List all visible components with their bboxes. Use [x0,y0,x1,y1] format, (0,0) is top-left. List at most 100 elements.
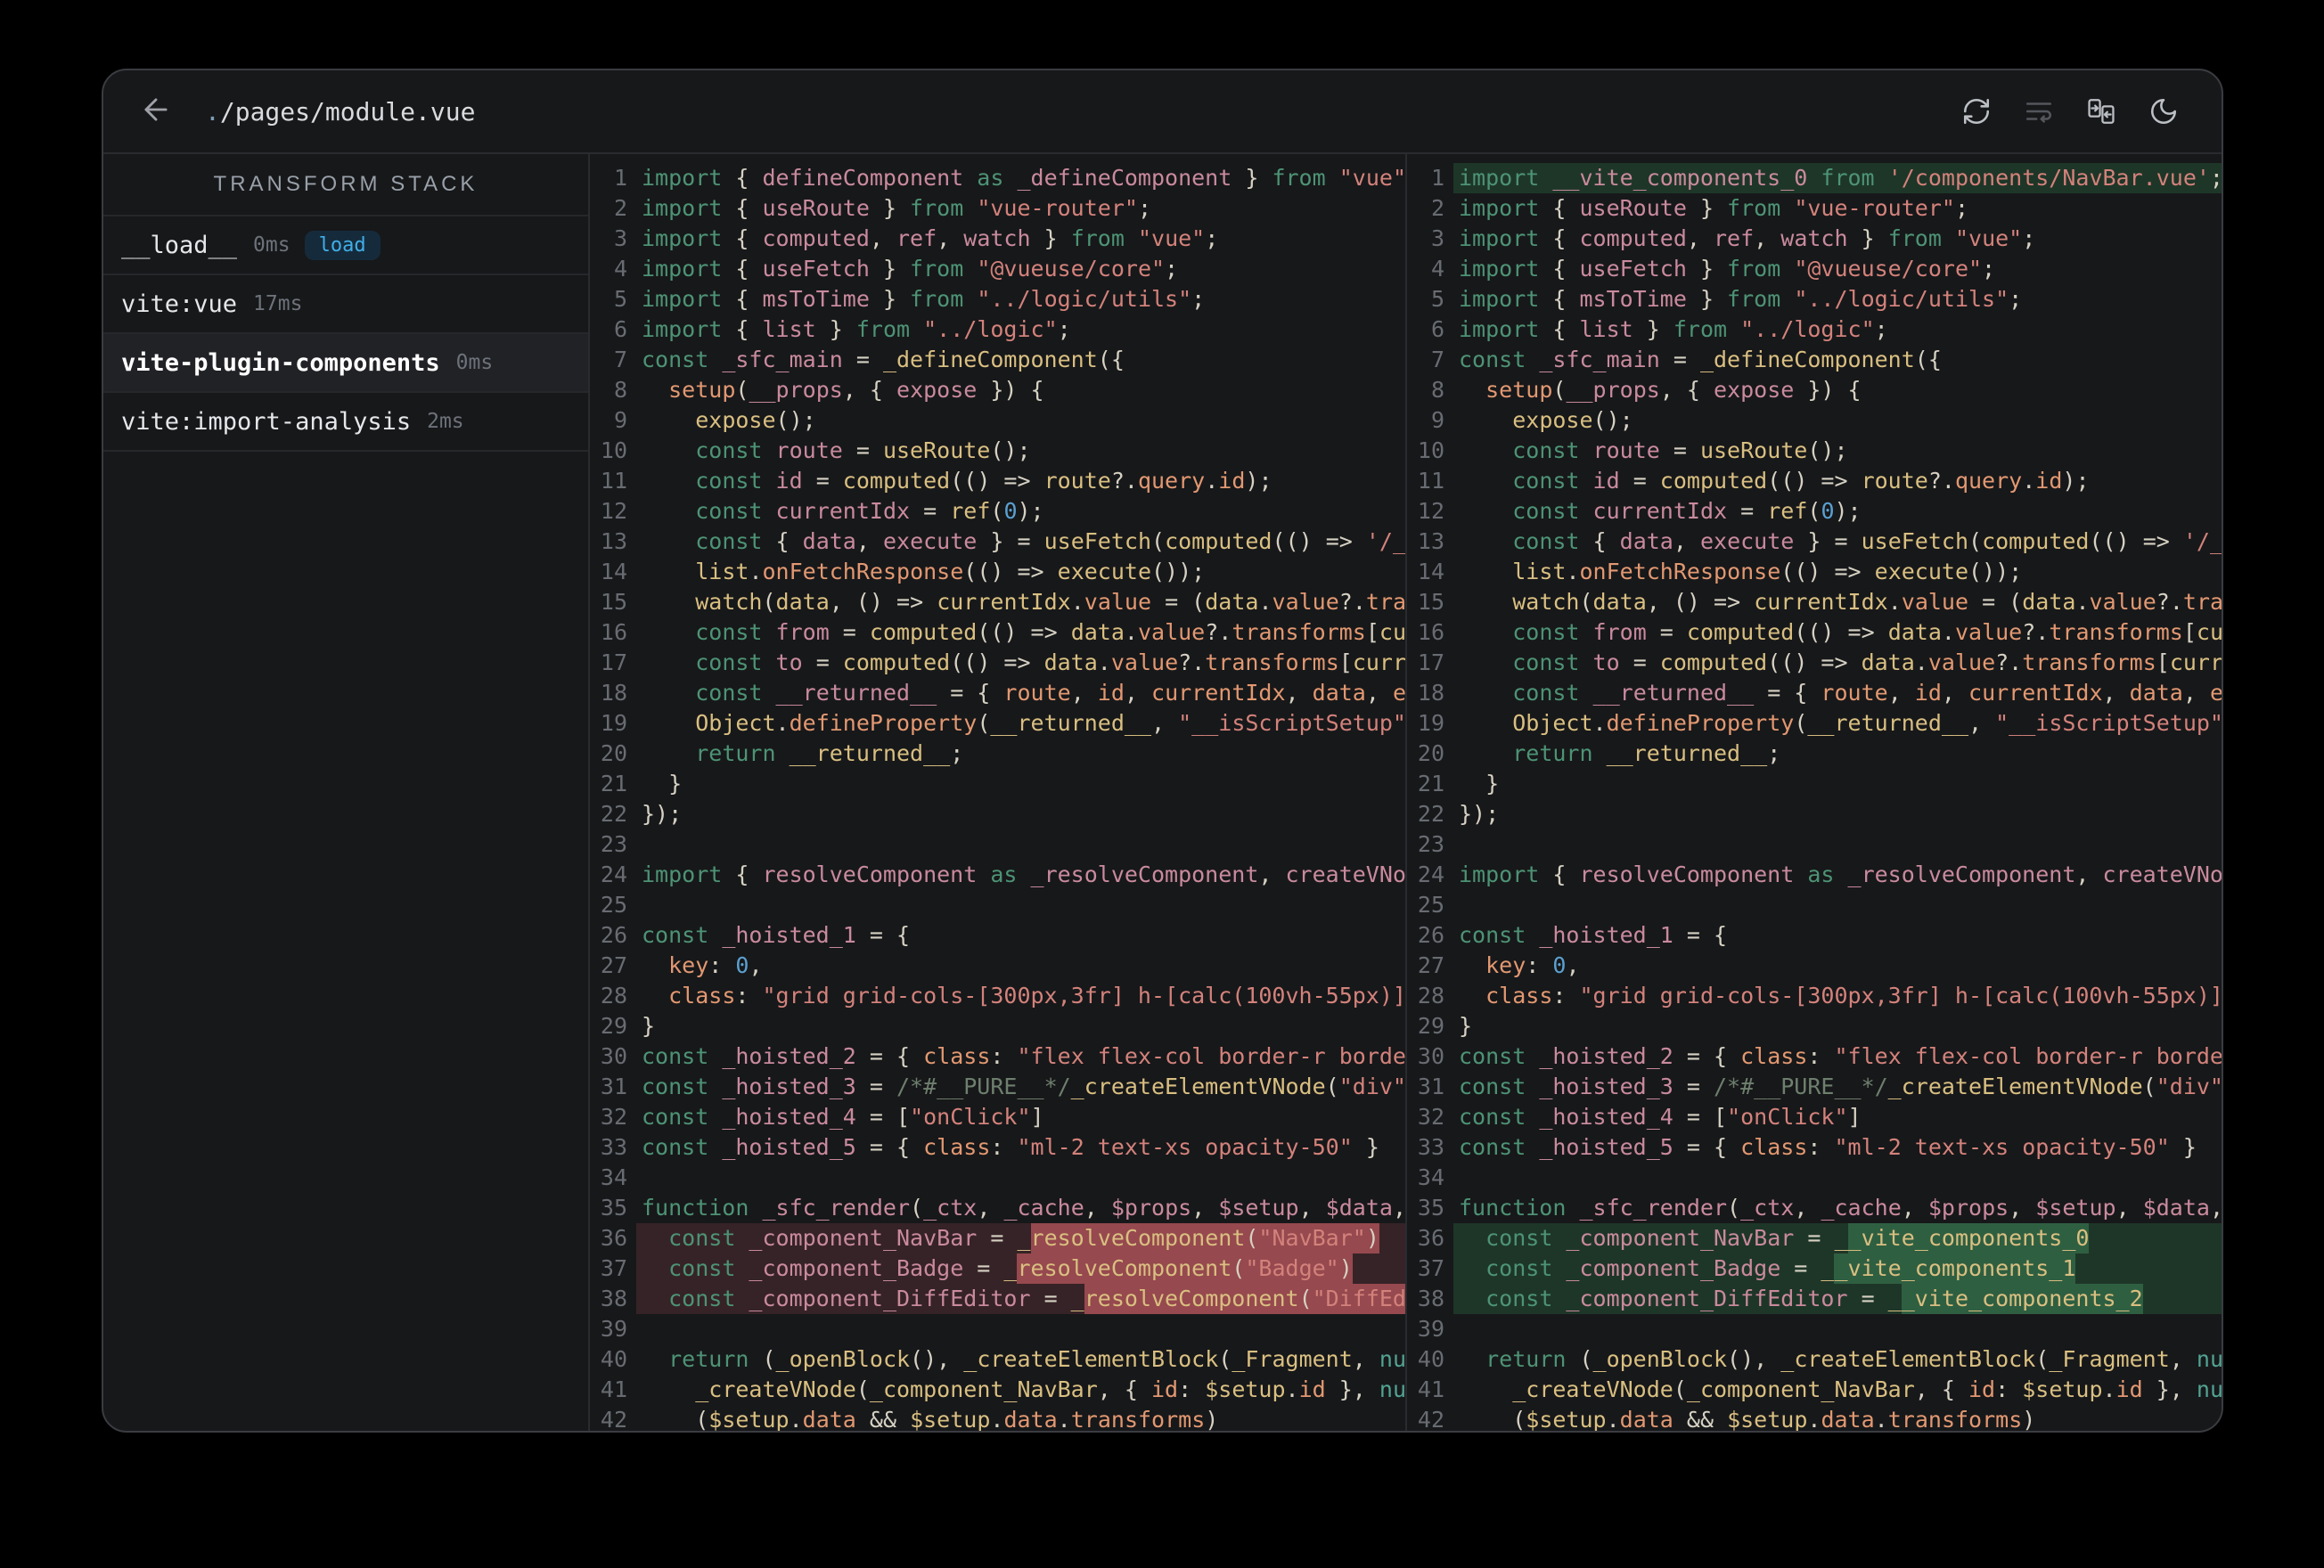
code-line: 16 const from = computed(() => data.valu… [1407,617,2222,648]
line-content: const to = computed(() => data.value?.tr… [1512,649,2222,675]
line-content: } [1459,771,1500,796]
code-line: 29} [1407,1011,2222,1041]
plugin-name: vite:vue [121,290,238,318]
code-line: 19 Object.defineProperty(__returned__, "… [1407,708,2222,739]
line-number: 13 [600,528,627,554]
line-content: const _hoisted_2 = { class: "flex flex-c… [642,1043,1405,1069]
code-line: 7 const _sfc_main = _defineComponent({ [590,345,1405,375]
code-line: 39 [1407,1314,2222,1344]
line-number: 11 [1417,468,1444,494]
line-number: 37 [1417,1255,1444,1281]
transform-stack-sidebar: TRANSFORM STACK __load__ 0ms load vite:vue 1… [103,154,590,1431]
sidebar-item-load[interactable]: __load__ 0ms load [103,216,588,275]
line-content: import { computed, ref, watch } from "vu… [642,225,1219,251]
code-line: 40 return (_openBlock(), _createElementB… [1407,1344,2222,1375]
sidebar-item-vite-import-analysis[interactable]: vite:import-analysis 2ms [103,393,588,452]
code-line: 24 import { resolveComponent as _resolveC… [1407,860,2222,890]
code-line: 32 const _hoisted_4 = ["onClick"] [590,1102,1405,1132]
line-number: 36 [1417,1225,1444,1251]
line-content: const _hoisted_4 = ["onClick"] [642,1104,1044,1130]
plugin-name: vite-plugin-components [121,348,440,377]
line-content: Object.defineProperty(__returned__, "__i… [695,710,1405,736]
diff-panels-icon[interactable] [2086,96,2116,127]
sidebar-item-vite-vue[interactable]: vite:vue 17ms [103,275,588,334]
refresh-icon[interactable] [1961,96,1992,127]
line-content: class: "grid grid-cols-[300px,3fr] h-[ca… [668,983,1405,1009]
code-line: 17 const to = computed(() => data.value?… [1407,648,2222,678]
line-content: expose(); [695,407,816,433]
code-line: 9 expose(); [1407,405,2222,436]
line-number: 42 [600,1407,627,1431]
line-content: const _component_NavBar = _resolveCompon… [636,1223,1405,1254]
line-content: } [642,771,683,796]
line-number: 34 [1417,1164,1444,1190]
line-content: import { msToTime } from "../logic/utils… [642,286,1206,312]
plugin-time: 2ms [427,410,464,433]
line-number: 18 [1417,680,1444,706]
code-line: 11 const id = computed(() => route?.quer… [590,466,1405,496]
line-number: 16 [600,619,627,645]
line-wrap-icon[interactable] [2024,96,2054,127]
arrow-left-icon [139,93,173,130]
line-number: 37 [600,1255,627,1281]
line-number: 14 [600,559,627,584]
line-content: import __vite_components_0 from '/compon… [1453,163,2222,193]
line-content: import { computed, ref, watch } from "vu… [1459,225,2036,251]
code-line: 22}); [590,799,1405,829]
code-line: 28 class: "grid grid-cols-[300px,3fr] h-… [590,981,1405,1011]
line-content: const _hoisted_5 = { class: "ml-2 text-x… [642,1134,1379,1160]
line-content: }); [642,801,683,827]
line-content: const _hoisted_5 = { class: "ml-2 text-x… [1459,1134,2197,1160]
line-number: 32 [1417,1104,1444,1130]
line-content: const from = computed(() => data.value?.… [1512,619,2222,645]
code-line: 3 import { computed, ref, watch } from "v… [590,224,1405,254]
code-line: 10 const route = useRoute(); [1407,436,2222,466]
code-line: 13 const { data, execute } = useFetch(co… [1407,527,2222,557]
line-content: return (_openBlock(), _createElementBloc… [668,1346,1405,1372]
line-content: const id = computed(() => route?.query.i… [1512,468,2090,494]
line-number: 29 [1417,1013,1444,1039]
code-line: 2 import { useRoute } from "vue-router"; [1407,193,2222,224]
module-title-path: /pages/module.vue [219,96,476,127]
code-panel-after[interactable]: 1 import __vite_components_0 from '/compo… [1407,154,2222,1431]
code-line: 31 const _hoisted_3 = /*#__PURE__*/_creat… [590,1072,1405,1102]
line-number: 33 [1417,1134,1444,1160]
line-number: 21 [600,771,627,796]
line-number: 22 [1417,801,1444,827]
line-content: _createVNode(_component_NavBar, { id: $s… [695,1376,1405,1402]
line-number: 28 [600,983,627,1009]
line-content: _createVNode(_component_NavBar, { id: $s… [1512,1376,2222,1402]
line-content: list.onFetchResponse(() => execute()); [695,559,1206,584]
dark-mode-moon-icon[interactable] [2148,96,2179,127]
code-line: 22}); [1407,799,2222,829]
line-number: 12 [1417,498,1444,524]
line-content: const currentIdx = ref(0); [1512,498,1862,524]
line-number: 17 [600,649,627,675]
line-content: const _hoisted_4 = ["onClick"] [1459,1104,1862,1130]
line-number: 34 [600,1164,627,1190]
back-button[interactable] [139,94,173,128]
line-number: 13 [1417,528,1444,554]
code-line: 14 list.onFetchResponse(() => execute())… [1407,557,2222,587]
line-number: 39 [1417,1316,1444,1342]
code-line: 27 key: 0, [1407,951,2222,981]
line-content: import { list } from "../logic"; [1459,316,1888,342]
line-content: const from = computed(() => data.value?.… [695,619,1405,645]
line-content: import { resolveComponent as _resolveCom… [642,862,1405,887]
line-content: watch(data, () => currentIdx.value = (da… [1512,589,2222,615]
line-number: 36 [600,1225,627,1251]
line-content: const to = computed(() => data.value?.tr… [695,649,1405,675]
code-line: 41 _createVNode(_component_NavBar, { id:… [590,1375,1405,1405]
line-number: 23 [600,831,627,857]
code-panel-before[interactable]: 1 import { defineComponent as _defineComp… [590,154,1405,1431]
line-content: key: 0, [1485,952,1580,978]
line-number: 2 [1430,195,1444,221]
line-content [1453,890,2222,920]
line-number: 14 [1417,559,1444,584]
line-content: import { resolveComponent as _resolveCom… [1459,862,2222,887]
sidebar-title: TRANSFORM STACK [103,154,588,216]
line-number: 9 [613,407,627,433]
sidebar-item-vite-plugin-components[interactable]: vite-plugin-components 0ms [103,334,588,393]
line-number: 6 [613,316,627,342]
code-line: 14 list.onFetchResponse(() => execute())… [590,557,1405,587]
